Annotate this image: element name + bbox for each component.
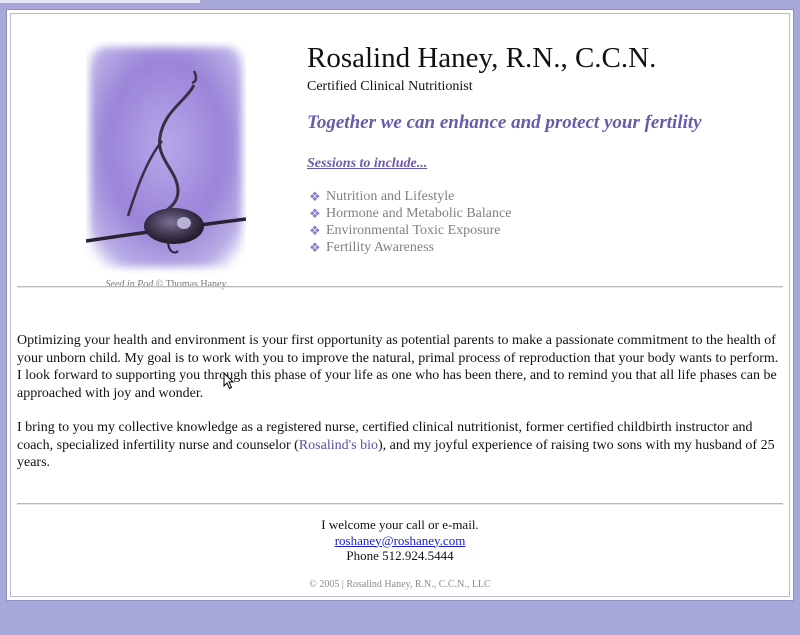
mouse-pointer-icon — [223, 372, 235, 390]
session-item-label: Nutrition and Lifestyle — [326, 189, 455, 204]
list-item: ❖ Fertility Awareness — [309, 239, 511, 256]
diamond-bullet-icon: ❖ — [309, 189, 321, 204]
caption-credit: © Thomas Haney — [155, 279, 227, 290]
intro-paragraph: Optimizing your health and environment i… — [17, 333, 779, 401]
intro-text: Optimizing your health and environment i… — [17, 332, 783, 489]
divider-top — [17, 286, 783, 288]
list-item: ❖ Nutrition and Lifestyle — [309, 188, 511, 205]
diamond-bullet-icon: ❖ — [309, 240, 321, 255]
sessions-link[interactable]: Sessions to include... — [307, 156, 427, 172]
list-item: ❖ Hormone and Metabolic Balance — [309, 205, 511, 222]
content-panel: Seed in Pod © Thomas Haney Rosalind Hane… — [10, 13, 790, 597]
credential-subtitle: Certified Clinical Nutritionist — [307, 79, 473, 94]
session-item-label: Hormone and Metabolic Balance — [326, 206, 512, 221]
page-frame: Seed in Pod © Thomas Haney Rosalind Hane… — [6, 9, 794, 601]
window-top-strip — [0, 0, 800, 6]
diamond-bullet-icon: ❖ — [309, 223, 321, 238]
session-item-label: Fertility Awareness — [326, 240, 434, 255]
email-link[interactable]: roshaney@roshaney.com — [335, 533, 466, 548]
copyright-footer: © 2005 | Rosalind Haney, R.N., C.C.N., L… — [309, 579, 491, 590]
seed-pod-image — [86, 47, 246, 267]
list-item: ❖ Environmental Toxic Exposure — [309, 222, 511, 239]
photo-caption: Seed in Pod © Thomas Haney — [71, 279, 261, 290]
contact-block: I welcome your call or e-mail. roshaney@… — [11, 517, 789, 564]
caption-title: Seed in Pod — [105, 279, 154, 290]
tagline: Together we can enhance and protect your… — [307, 112, 702, 133]
bio-link[interactable]: Rosalind's bio — [299, 438, 378, 453]
top-highlight — [0, 0, 200, 3]
diamond-bullet-icon: ❖ — [309, 206, 321, 221]
contact-welcome: I welcome your call or e-mail. — [321, 517, 479, 532]
seed-in-pod-photo — [86, 41, 246, 273]
page-title: Rosalind Haney, R.N., C.C.N. — [307, 42, 657, 74]
divider-bottom — [17, 503, 783, 505]
background-paragraph: I bring to you my collective knowledge a… — [17, 419, 783, 472]
sessions-list: ❖ Nutrition and Lifestyle ❖ Hormone and Me… — [309, 188, 511, 256]
session-item-label: Environmental Toxic Exposure — [326, 223, 501, 238]
phone-number: Phone 512.924.5444 — [346, 548, 454, 563]
